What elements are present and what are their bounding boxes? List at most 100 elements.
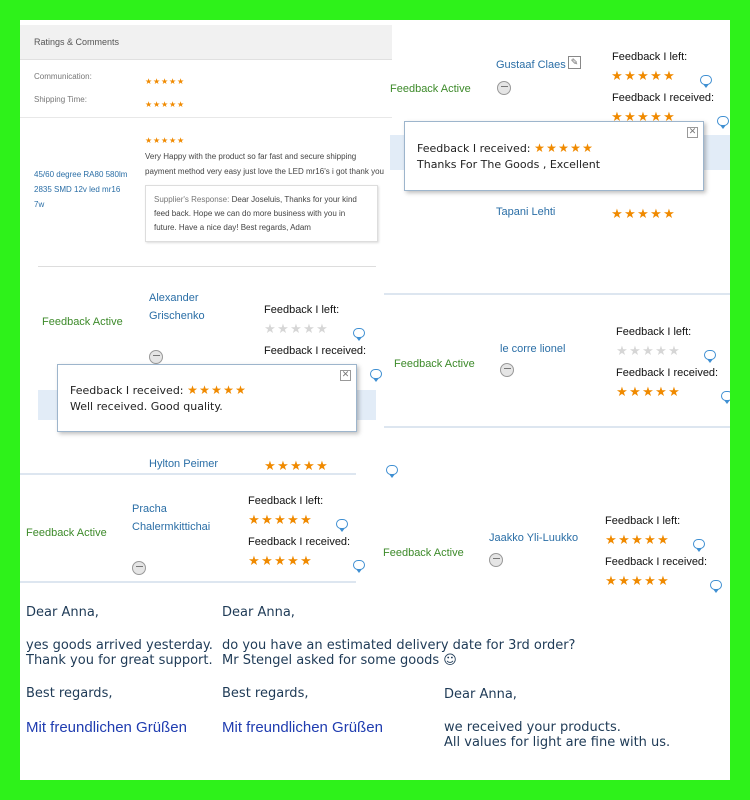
comment-icon[interactable] [709,580,722,593]
response-label: Supplier's Response: [154,195,230,204]
star-icon: ★ [153,77,162,86]
feedback-received-label: Feedback I received: [612,92,715,104]
star-icon: ★ [177,136,186,145]
star-icon: ★ [668,343,681,358]
star-icon: ★ [287,512,300,527]
star-icon: ★ [248,512,261,527]
avatar-icon [489,553,503,567]
user-name-alexander-1[interactable]: Alexander [149,292,199,304]
letter-1: Dear Anna, yes goods arrived yesterday. … [26,605,226,736]
comment-icon[interactable] [369,369,382,382]
popup-title: Feedback I received: [70,384,184,397]
letter-greeting: Dear Anna, [222,605,295,620]
feedback-popup-gustaaf: ✕ Feedback I received: ★★★★★ Thanks For … [404,121,704,191]
star-icon: ★ [153,136,162,145]
divider [20,581,356,583]
star-icon: ★ [642,384,655,399]
user-name-jaakko[interactable]: Jaakko Yli-Luukko [489,532,578,544]
star-icon: ★ [316,458,329,473]
star-icon: ★ [187,383,199,397]
avatar-icon [500,363,514,377]
popup-text: Thanks For The Goods , Excellent [417,158,601,171]
star-icon: ★ [290,458,303,473]
comment-icon[interactable] [704,350,717,363]
comment-icon[interactable] [720,391,730,404]
star-icon: ★ [558,141,570,155]
star-icon: ★ [624,206,637,221]
feedback-left-label: Feedback I left: [248,495,324,507]
star-icon: ★ [616,343,629,358]
edit-icon[interactable]: ✎ [568,56,581,69]
left-stars: ★★★★★ [616,342,681,360]
popup-title: Feedback I received: [417,142,531,155]
received-stars: ★★★★★ [248,552,313,570]
star-icon: ★ [657,573,670,588]
star-icon: ★ [534,141,546,155]
comment-icon[interactable] [386,465,399,478]
star-icon: ★ [145,77,154,86]
user-name-tapani[interactable]: Tapani Lehti [496,206,555,218]
feedback-active-label: Feedback Active [383,547,464,559]
star-icon: ★ [663,68,676,83]
star-icon: ★ [290,321,303,336]
star-icon: ★ [668,384,681,399]
star-icon: ★ [663,206,676,221]
star-icon: ★ [261,553,274,568]
supplier-response: Supplier's Response: Dear Joseluis, Than… [145,185,378,242]
popup-stars: ★★★★★ [534,142,594,155]
divider [384,426,730,428]
popup-stars: ★★★★★ [187,384,247,397]
star-icon: ★ [169,77,178,86]
star-icon: ★ [605,532,618,547]
user-name-gustaaf[interactable]: Gustaaf Claes [496,59,566,71]
user-name-pracha-1[interactable]: Pracha [132,503,167,515]
product-link[interactable]: 45/60 degree RA80 580lm 2835 SMD 12v led… [34,167,129,212]
star-icon: ★ [264,458,277,473]
communication-label: Communication: [34,72,92,81]
received-stars: ★★★★★ [616,383,681,401]
letter-closing: Best regards, [26,686,113,701]
comment-icon[interactable] [716,116,729,129]
star-icon: ★ [629,384,642,399]
feedback-active-label: Feedback Active [42,316,123,328]
review-comment: Very Happy with the product so far fast … [145,152,384,176]
letter-signature: Mit freundlichen Grüßen [26,719,187,736]
left-stars: ★★★★★ [611,205,676,223]
block-jaakko: Feedback Active Jaakko Yli-Luukko Feedba… [380,500,730,595]
comment-icon[interactable] [693,539,706,552]
comment-icon[interactable] [700,75,713,88]
star-icon: ★ [611,68,624,83]
ratings-panel: Ratings & Comments Communication: ★★★★★ … [20,20,392,275]
letter-3: Dear Anna, we received your products. Al… [444,687,730,750]
feedback-active-label: Feedback Active [394,358,475,370]
comment-icon[interactable] [353,328,366,341]
star-icon: ★ [153,100,162,109]
divider [384,293,730,295]
comment-icon[interactable] [352,560,365,573]
letter-line: Mr Stengel asked for some goods ☺ [222,653,457,668]
collage: Ratings & Comments Communication: ★★★★★ … [20,20,730,780]
user-name-alexander-2[interactable]: Grischenko [149,310,205,322]
shipping-label: Shipping Time: [34,95,87,104]
left-stars: ★★★★★ [611,67,676,85]
star-icon: ★ [316,321,329,336]
star-icon: ★ [605,573,618,588]
feedback-left-label: Feedback I left: [616,326,692,338]
avatar-icon [132,561,146,575]
close-icon[interactable]: ✕ [340,370,351,381]
user-name-pracha-2[interactable]: Chalermkittichai [132,521,210,533]
star-icon: ★ [177,77,186,86]
star-icon: ★ [177,100,186,109]
user-name-hylton[interactable]: Hylton Peimer [149,458,218,470]
user-name-lionel[interactable]: le corre lionel [500,343,565,355]
comment-icon[interactable] [336,519,349,532]
divider [20,473,356,475]
star-icon: ★ [650,206,663,221]
star-icon: ★ [618,532,631,547]
close-icon[interactable]: ✕ [687,127,698,138]
divider [38,266,376,267]
star-icon: ★ [303,321,316,336]
left-stars: ★★★★★ [605,531,670,549]
star-icon: ★ [161,100,170,109]
star-icon: ★ [145,136,154,145]
